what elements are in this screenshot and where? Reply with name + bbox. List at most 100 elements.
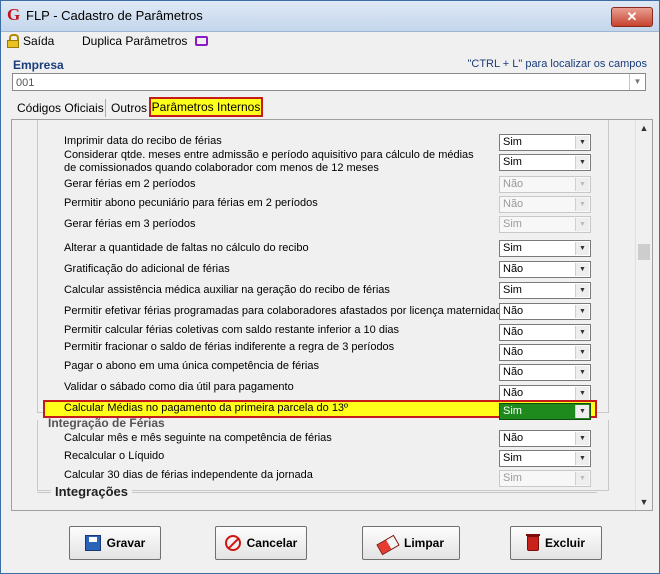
tab-codigos-oficiais[interactable]: Códigos Oficiais (17, 101, 104, 115)
cancel-icon (224, 535, 241, 551)
close-button[interactable]: ✕ (611, 7, 653, 27)
row-select[interactable]: Não ▼ (499, 303, 591, 320)
trash-icon (525, 533, 540, 551)
row-select-value: Sim (503, 472, 522, 484)
delete-label: Excluir (544, 536, 586, 550)
save-label: Gravar (106, 536, 146, 550)
row-select-value: Não (503, 178, 524, 190)
row-select-value: Não (503, 198, 524, 210)
row-select[interactable]: Sim ▼ (499, 216, 591, 233)
row-select[interactable]: Sim ▼ (499, 154, 591, 171)
cancel-button[interactable]: Cancelar (215, 526, 307, 560)
row-label: Permitir abono pecuniário para férias em… (64, 197, 318, 209)
chevron-down-icon: ▼ (575, 263, 589, 276)
parameters-panel: Imprimir data do recibo de férias Sim ▼ C… (11, 119, 653, 511)
row-select-value: Sim (503, 136, 522, 148)
chevron-down-icon: ▼ (575, 284, 589, 297)
main-window: G FLP - Cadastro de Parâmetros ✕ Saída D… (0, 0, 660, 574)
row-select-value: Sim (503, 452, 522, 464)
row-select[interactable]: Sim ▼ (499, 134, 591, 151)
row-select[interactable]: Não ▼ (499, 430, 591, 447)
row-select-value: Não (503, 432, 524, 444)
row-select-value: Não (503, 326, 524, 338)
delete-button[interactable]: Excluir (510, 526, 602, 560)
window-title: FLP - Cadastro de Parâmetros (26, 8, 203, 23)
search-hint: "CTRL + L" para localizar os campos (467, 58, 647, 70)
row-label: Calcular mês e mês seguinte na competênc… (64, 432, 332, 444)
section-integracoes-title: Integrações (51, 484, 132, 499)
scroll-up-icon[interactable]: ▲ (636, 120, 652, 136)
row-select[interactable]: Sim ▼ (499, 240, 591, 257)
row-label: Calcular 30 dias de férias independente … (64, 469, 313, 481)
row-select-value: Sim (503, 405, 522, 417)
scroll-down-icon[interactable]: ▼ (636, 494, 652, 510)
row-label: Gratificação do adicional de férias (64, 263, 230, 275)
chevron-down-icon: ▼ (575, 218, 589, 231)
row-select[interactable]: Não ▼ (499, 261, 591, 278)
lock-icon (7, 34, 19, 48)
chevron-down-icon: ▼ (575, 366, 589, 379)
clear-label: Limpar (403, 536, 444, 550)
chevron-down-icon: ▼ (575, 452, 589, 465)
empresa-value: 001 (16, 77, 35, 89)
row-select-selected[interactable]: Sim ▼ (499, 403, 591, 420)
tab-bar: Códigos Oficiais Outros Parâmetros Inter… (10, 97, 650, 119)
menu-bar: Saída Duplica Parâmetros (1, 31, 659, 53)
title-bar[interactable]: G FLP - Cadastro de Parâmetros ✕ (1, 1, 659, 32)
row-label: Permitir calcular férias coletivas com s… (64, 324, 400, 336)
cancel-label: Cancelar (246, 536, 298, 550)
row-select-value: Não (503, 366, 524, 378)
row-select-value: Sim (503, 284, 522, 296)
row-select[interactable]: Sim ▼ (499, 282, 591, 299)
chevron-down-icon: ▼ (575, 346, 589, 359)
row-label: Pagar o abono em uma única competência d… (64, 360, 319, 372)
app-logo-icon: G (7, 5, 21, 24)
row-select-value: Não (503, 346, 524, 358)
duplicate-menu-item[interactable]: Duplica Parâmetros (82, 34, 209, 48)
row-select-value: Não (503, 387, 524, 399)
row-select-value: Sim (503, 156, 522, 168)
tab-outros[interactable]: Outros (111, 101, 147, 115)
floppy-disk-icon (84, 535, 101, 551)
save-button[interactable]: Gravar (69, 526, 161, 560)
chevron-down-icon: ▼ (575, 432, 589, 445)
chevron-down-icon: ▼ (575, 472, 589, 485)
chevron-down-icon: ▼ (575, 387, 589, 400)
chevron-down-icon[interactable]: ▼ (629, 74, 645, 90)
chevron-down-icon: ▼ (575, 405, 589, 418)
row-select[interactable]: Sim ▼ (499, 470, 591, 487)
tab-divider (105, 99, 106, 117)
row-select[interactable]: Sim ▼ (499, 450, 591, 467)
tab-parametros-internos[interactable]: Parâmetros Internos (149, 97, 263, 117)
row-label: Imprimir data do recibo de férias (64, 135, 222, 147)
row-select[interactable]: Não ▼ (499, 344, 591, 361)
row-label: Alterar a quantidade de faltas no cálcul… (64, 242, 309, 254)
row-select[interactable]: Não ▼ (499, 324, 591, 341)
integracoes-section: Integrações (37, 484, 597, 510)
chevron-down-icon: ▼ (575, 156, 589, 169)
vertical-scrollbar[interactable]: ▲ ▼ (635, 120, 652, 510)
row-label: Considerar qtde. meses entre admissão e … (64, 149, 474, 174)
row-label: Gerar férias em 2 períodos (64, 178, 196, 190)
exit-label: Saída (23, 34, 55, 48)
row-label: Recalcular o Líquido (64, 450, 165, 462)
clear-button[interactable]: Limpar (362, 526, 460, 560)
row-select[interactable]: Não ▼ (499, 176, 591, 193)
row-select[interactable]: Não ▼ (499, 196, 591, 213)
chevron-down-icon: ▼ (575, 178, 589, 191)
row-select[interactable]: Não ▼ (499, 364, 591, 381)
row-label: Gerar férias em 3 períodos (64, 218, 196, 230)
row-label: Calcular assistência médica auxiliar na … (64, 284, 390, 296)
chevron-down-icon: ▼ (575, 136, 589, 149)
chevron-down-icon: ▼ (575, 198, 589, 211)
chevron-down-icon: ▼ (575, 326, 589, 339)
row-label: Permitir fracionar o saldo de férias ind… (64, 341, 395, 353)
exit-menu-item[interactable]: Saída (7, 34, 54, 48)
duplicate-label: Duplica Parâmetros (82, 34, 188, 48)
row-label: Permitir efetivar férias programadas par… (64, 305, 508, 317)
empresa-select[interactable]: 001 ▼ (12, 73, 646, 91)
row-select-value: Não (503, 305, 524, 317)
scroll-thumb[interactable] (638, 244, 650, 260)
empresa-label: Empresa (13, 58, 64, 72)
eraser-icon (376, 534, 400, 556)
